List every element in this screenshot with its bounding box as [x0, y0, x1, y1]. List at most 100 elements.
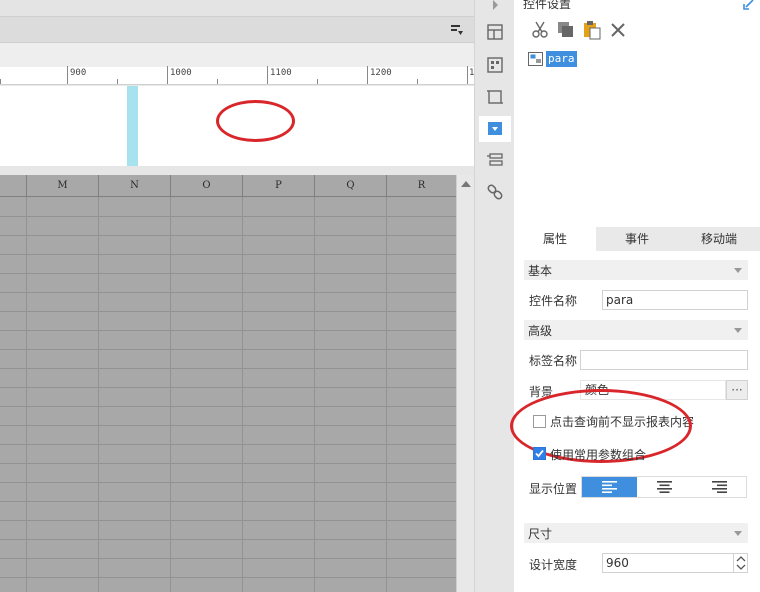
chevron-down-icon[interactable] — [736, 564, 746, 571]
canvas-divider — [0, 166, 474, 175]
dropdown-menu-icon[interactable] — [450, 23, 464, 37]
crop-frame-icon[interactable] — [485, 87, 505, 107]
background-more-button[interactable]: ··· — [726, 380, 748, 400]
ruler-label: 1200 — [370, 68, 392, 78]
collapse-panel-icon[interactable] — [742, 0, 754, 10]
ruler-tick — [217, 79, 218, 84]
grid-row-line — [0, 463, 456, 464]
ruler-tick — [167, 66, 168, 84]
ruler-label: 900 — [70, 68, 87, 78]
grid-vertical-scrollbar[interactable] — [456, 175, 474, 592]
section-basic[interactable]: 基本 — [524, 260, 748, 280]
grid-row-line — [0, 273, 456, 274]
property-tabs: 属性 事件 移动端 — [514, 227, 760, 251]
tab-mobile[interactable]: 移动端 — [678, 227, 760, 251]
section-advanced[interactable]: 高级 — [524, 320, 748, 340]
column-header-r[interactable]: R — [386, 175, 456, 197]
tag-name-input[interactable] — [580, 350, 748, 370]
display-position-group — [581, 476, 747, 498]
ruler-tick — [417, 79, 418, 84]
chevron-down-icon — [734, 531, 742, 536]
grid-column-line — [242, 197, 243, 592]
ruler-tick — [117, 79, 118, 84]
grid-row-line — [0, 539, 456, 540]
chevron-up-icon[interactable] — [736, 555, 746, 562]
design-width-stepper[interactable] — [733, 553, 747, 573]
copy-icon[interactable] — [556, 20, 576, 40]
section-size[interactable]: 尺寸 — [524, 523, 748, 543]
grid-column-line — [26, 197, 27, 592]
dropdown-widget-icon[interactable] — [488, 122, 502, 135]
grid-row-line — [0, 406, 456, 407]
left-align-icon — [602, 481, 617, 493]
right-align-icon — [712, 481, 727, 493]
center-align-icon — [657, 481, 672, 493]
layout-icon[interactable] — [485, 22, 505, 42]
use-common-params-checkbox[interactable] — [533, 447, 546, 460]
design-area: 900 1000 1100 1200 1 M N O P Q R — [0, 0, 474, 592]
tab-properties[interactable]: 属性 — [514, 227, 596, 251]
ruler-tick — [267, 66, 268, 84]
widget-tree-area — [514, 78, 760, 226]
grid-column-line — [314, 197, 315, 592]
align-left-button[interactable] — [582, 477, 637, 497]
widget-name-input[interactable]: para — [602, 290, 748, 310]
column-header-p[interactable]: P — [242, 175, 314, 197]
section-advanced-title: 高级 — [528, 324, 553, 338]
chevron-down-icon — [734, 328, 742, 333]
grid-row-line — [0, 216, 456, 217]
widget-name-label: 控件名称 — [529, 294, 578, 308]
checkmark-icon — [535, 449, 544, 458]
column-header-q[interactable]: Q — [314, 175, 386, 197]
tab-events[interactable]: 事件 — [596, 227, 678, 251]
active-tool-slot[interactable] — [479, 116, 511, 142]
grid-row-line — [0, 520, 456, 521]
grid-row-line — [0, 349, 456, 350]
scroll-up-icon[interactable] — [461, 181, 471, 187]
horizontal-ruler: 900 1000 1100 1200 1 — [0, 66, 474, 85]
use-common-params-label[interactable]: 使用常用参数组合 — [550, 446, 646, 463]
column-header-n[interactable]: N — [98, 175, 170, 197]
link-icon[interactable] — [485, 182, 505, 202]
cut-icon[interactable] — [530, 20, 550, 40]
chevron-down-icon — [734, 268, 742, 273]
align-center-button[interactable] — [637, 477, 692, 497]
stack-widget-icon[interactable] — [485, 150, 505, 170]
annotation-circle — [216, 100, 295, 142]
canvas-margin — [0, 43, 474, 67]
grid-row-line — [0, 368, 456, 369]
grid-column-line — [386, 197, 387, 592]
selected-widget-highlight[interactable] — [127, 86, 138, 166]
section-size-title: 尺寸 — [528, 527, 553, 541]
grid-row-line — [0, 425, 456, 426]
ruler-tick — [0, 79, 1, 84]
panel-title: 控件设置 — [523, 0, 572, 11]
grid-column-line — [170, 197, 171, 592]
grid-row-line — [0, 558, 456, 559]
grid-row-line — [0, 292, 456, 293]
top-strip — [0, 0, 474, 16]
tree-node-label[interactable]: para — [546, 51, 577, 67]
grid-row-line — [0, 501, 456, 502]
report-grid[interactable]: M N O P Q R — [0, 175, 456, 592]
paste-icon[interactable] — [582, 20, 602, 40]
design-width-label: 设计宽度 — [529, 558, 578, 572]
align-right-button[interactable] — [692, 477, 747, 497]
grid-row-line — [0, 254, 456, 255]
column-header-m[interactable]: M — [26, 175, 98, 197]
widget-toolbox — [474, 0, 514, 592]
delete-icon[interactable] — [608, 20, 628, 40]
grid-row-line — [0, 330, 456, 331]
ruler-tick — [467, 66, 468, 84]
form-widget-icon[interactable] — [485, 55, 505, 75]
design-width-input[interactable]: 960 — [602, 553, 748, 573]
grid-row-line — [0, 482, 456, 483]
parameter-panel-icon — [528, 52, 543, 66]
display-position-label: 显示位置 — [529, 482, 578, 496]
grid-row-line — [0, 311, 456, 312]
grid-row-line — [0, 577, 456, 578]
expand-arrow-icon[interactable] — [485, 0, 505, 16]
column-header-o[interactable]: O — [170, 175, 242, 197]
column-header-row: M N O P Q R — [0, 175, 456, 197]
section-basic-title: 基本 — [528, 264, 553, 278]
